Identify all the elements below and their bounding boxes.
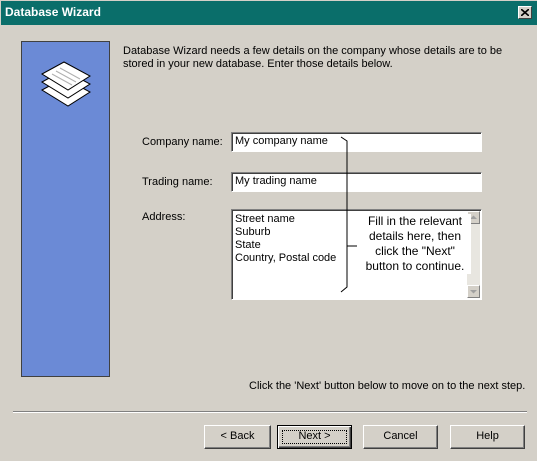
address-line: Country, Postal code bbox=[235, 252, 337, 264]
close-button[interactable] bbox=[518, 6, 532, 19]
address-line: State bbox=[235, 239, 261, 251]
company-name-label: Company name: bbox=[142, 136, 223, 148]
callout-line: click the "Next" bbox=[375, 244, 455, 258]
stacked-pages-icon bbox=[41, 61, 91, 107]
trading-name-value: My trading name bbox=[235, 175, 317, 187]
scroll-down-button[interactable] bbox=[467, 285, 480, 298]
next-step-hint: Click the 'Next' button below to move on… bbox=[249, 380, 526, 392]
callout-line: button to continue. bbox=[365, 259, 465, 273]
window-title: Database Wizard bbox=[5, 5, 101, 19]
callout-line: Fill in the relevant bbox=[367, 214, 463, 228]
wizard-side-panel bbox=[21, 41, 110, 377]
callout-note: Fill in the relevant details here, then … bbox=[359, 214, 471, 274]
address-line: Suburb bbox=[235, 226, 271, 238]
help-button[interactable]: Help bbox=[450, 425, 525, 449]
back-button[interactable]: < Back bbox=[204, 425, 271, 449]
scroll-down-icon bbox=[470, 290, 477, 294]
focus-rect bbox=[282, 430, 347, 444]
cancel-button[interactable]: Cancel bbox=[363, 425, 438, 449]
callout-bracket bbox=[340, 136, 357, 293]
company-name-value: My company name bbox=[235, 135, 328, 147]
address-label: Address: bbox=[142, 211, 186, 223]
next-button[interactable]: Next > bbox=[277, 425, 352, 449]
intro-text: Database Wizard needs a few details on t… bbox=[123, 45, 503, 70]
separator bbox=[13, 411, 527, 413]
close-icon bbox=[521, 9, 529, 16]
trading-name-label: Trading name: bbox=[142, 176, 213, 188]
database-wizard-window: Database Wizard Database Wizard needs a … bbox=[0, 0, 537, 461]
title-bar: Database Wizard bbox=[1, 1, 537, 25]
callout-line: details here, then bbox=[368, 229, 462, 243]
address-line: Street name bbox=[235, 213, 295, 225]
